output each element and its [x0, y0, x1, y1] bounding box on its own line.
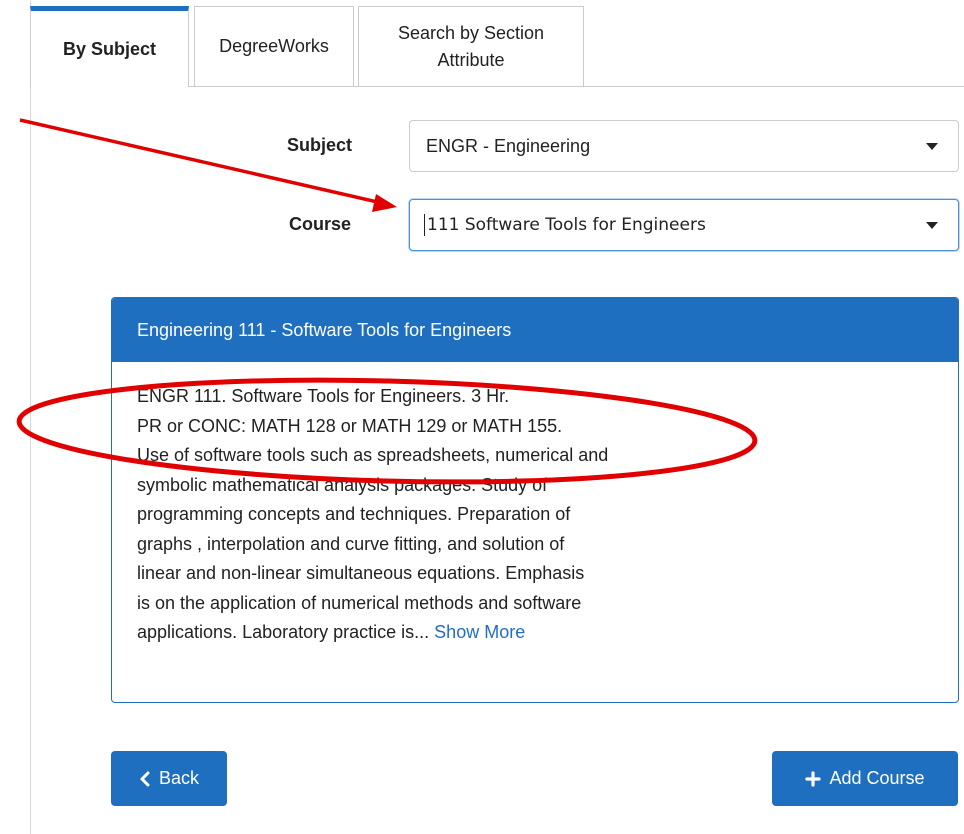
course-panel-title: Engineering 111 - Software Tools for Eng…	[112, 298, 958, 362]
tab-label: Search by Section Attribute	[397, 22, 545, 70]
subject-select[interactable]: ENGR - Engineering	[409, 120, 959, 172]
plus-icon	[805, 770, 822, 787]
tab-search-by-section-attribute[interactable]: Search by Section Attribute	[358, 6, 584, 86]
chevron-left-icon	[140, 771, 150, 786]
tab-by-subject[interactable]: By Subject	[30, 6, 189, 87]
show-more-link[interactable]: Show More	[434, 622, 525, 642]
description-line: PR or CONC: MATH 128 or MATH 129 or MATH…	[137, 415, 563, 436]
annotation-arrow-line	[19, 118, 383, 205]
description-line: is on the application of numerical metho…	[137, 592, 582, 613]
course-description: ENGR 111. Software Tools for Engineers. …	[112, 362, 958, 648]
description-line: graphs , interpolation and curve fitting…	[137, 533, 565, 554]
back-label: Back	[158, 768, 200, 788]
add-course-label: Add Course	[829, 768, 925, 788]
tab-degreeworks[interactable]: DegreeWorks	[194, 6, 354, 86]
description-line: linear and non-linear simultaneous equat…	[137, 563, 585, 583]
description-line: programming concepts and techniques. Pre…	[137, 504, 571, 524]
subject-value: ENGR - Engineering	[426, 135, 591, 156]
description-line: ENGR 111. Software Tools for Engineers. …	[137, 386, 510, 406]
description-line: Use of software tools such as spreadshee…	[137, 445, 609, 465]
back-button[interactable]: Back	[111, 751, 227, 806]
add-course-button[interactable]: Add Course	[772, 751, 958, 806]
subject-label: Subject	[287, 135, 353, 155]
description-line: symbolic mathematical analysis packages.…	[137, 474, 548, 495]
course-details-panel: Engineering 111 - Software Tools for Eng…	[111, 297, 959, 703]
description-line: applications. Laboratory practice is...	[137, 622, 430, 642]
annotation-arrow-head	[372, 194, 397, 212]
tab-label: DegreeWorks	[219, 36, 329, 56]
course-select[interactable]: 111 Software Tools for Engineers	[409, 199, 959, 251]
course-value: 111 Software Tools for Engineers	[427, 215, 706, 235]
description-line-last: applications. Laboratory practice is... …	[137, 618, 933, 648]
content-left-border	[30, 0, 31, 834]
course-label: Course	[289, 214, 352, 234]
caret-down-icon	[926, 143, 938, 150]
tab-label: By Subject	[62, 38, 157, 59]
caret-down-icon	[926, 222, 938, 229]
text-cursor	[424, 214, 425, 236]
